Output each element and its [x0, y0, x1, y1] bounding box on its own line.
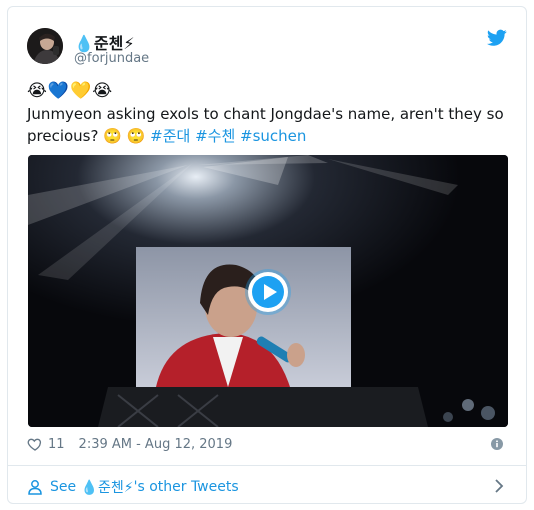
tweet-card[interactable]: 💧준첸⚡ @forjundae 😭💙💛😭 Junmyeon asking exo… — [7, 6, 527, 504]
see-suffix: 's other Tweets — [133, 479, 239, 495]
play-icon — [249, 273, 287, 311]
like-count[interactable]: 11 — [48, 437, 65, 452]
user-handle[interactable]: @forjundae — [74, 51, 149, 66]
play-button[interactable] — [248, 272, 288, 312]
chevron-right-icon[interactable] — [493, 479, 505, 493]
heart-icon[interactable] — [27, 436, 43, 452]
see-other-tweets-link[interactable]: See 💧준첸⚡'s other Tweets — [27, 477, 239, 497]
avatar[interactable] — [27, 28, 63, 64]
see-prefix: See — [50, 479, 81, 495]
info-icon[interactable] — [491, 438, 503, 450]
hashtag-link[interactable]: #준대 — [150, 127, 190, 145]
tweet-meta: 11 2:39 AM - Aug 12, 2019 — [27, 436, 232, 452]
avatar-image — [27, 28, 63, 64]
timestamp[interactable]: 2:39 AM - Aug 12, 2019 — [79, 437, 233, 452]
twitter-bird-icon[interactable] — [487, 29, 507, 47]
see-name: 💧준첸⚡ — [80, 480, 134, 496]
person-icon — [28, 480, 42, 495]
video-player[interactable] — [28, 155, 508, 427]
hashtag-link[interactable]: #suchen — [240, 127, 306, 145]
hashtag-link[interactable]: #수첸 — [195, 127, 235, 145]
divider — [8, 465, 526, 466]
tweet-text: Junmyeon asking exols to chant Jongdae's… — [27, 103, 507, 147]
emoji-line: 😭💙💛😭 — [27, 81, 114, 101]
